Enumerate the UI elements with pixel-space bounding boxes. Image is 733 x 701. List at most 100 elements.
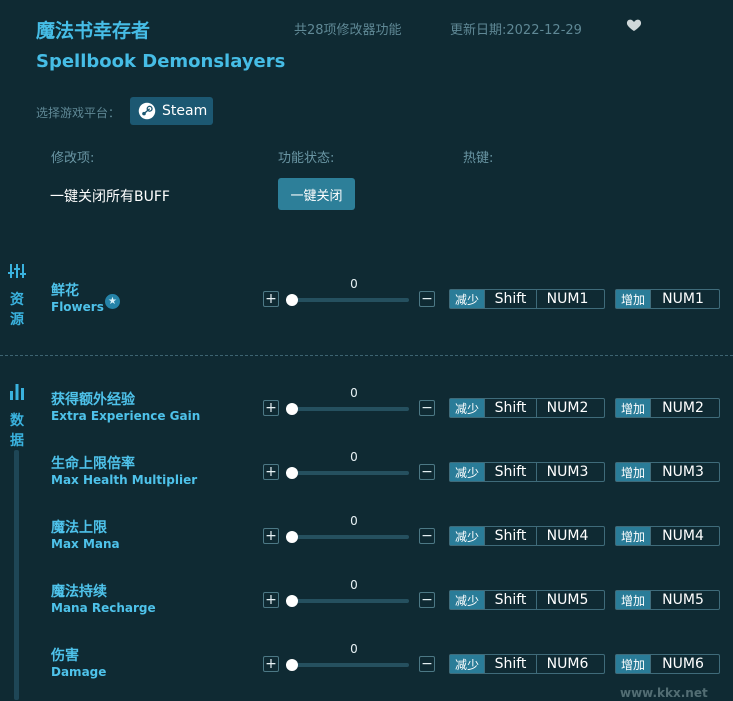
hotkey-key: NUM1 (650, 290, 715, 308)
steam-label: Steam (162, 103, 208, 119)
hotkey-modifier: Shift (484, 655, 536, 673)
hotkey-modifier: Shift (484, 463, 536, 481)
cheat-row-extra-experience: 获得额外经验 Extra Experience Gain + 0 − 减少 Sh… (0, 385, 733, 429)
value-slider-handle[interactable] (286, 294, 298, 306)
value-slider-track[interactable] (292, 535, 409, 539)
disable-all-buff-button[interactable]: 一键关闭 (278, 178, 355, 210)
hotkey-increase[interactable]: 增加 NUM6 (615, 654, 720, 674)
hotkey-decrease-tag: 减少 (450, 655, 485, 673)
hotkey-increase[interactable]: 增加 NUM4 (615, 526, 720, 546)
hotkey-key: NUM6 (650, 655, 715, 673)
value-slider-handle[interactable] (286, 659, 298, 671)
hotkey-increase-tag: 增加 (616, 527, 651, 545)
decrease-button[interactable]: − (419, 464, 435, 480)
value-display: 0 (350, 277, 358, 291)
platform-label: 选择游戏平台： (36, 106, 121, 120)
hotkey-increase[interactable]: 增加 NUM3 (615, 462, 720, 482)
hotkey-increase-tag: 增加 (616, 463, 651, 481)
hotkey-decrease[interactable]: 减少 Shift NUM4 (449, 526, 605, 546)
hotkey-decrease[interactable]: 减少 Shift NUM1 (449, 289, 605, 309)
cheat-row-damage: 伤害 Damage + 0 − 减少 Shift NUM6 增加 NUM6 (0, 641, 733, 685)
value-slider-handle[interactable] (286, 595, 298, 607)
increase-button[interactable]: + (263, 656, 279, 672)
hotkey-decrease-tag: 减少 (450, 463, 485, 481)
cheat-name-cn: 魔法上限 (51, 520, 107, 536)
cheat-name-en: Flowers (51, 300, 104, 314)
hotkey-key: NUM4 (650, 527, 715, 545)
value-display: 0 (350, 450, 358, 464)
value-display: 0 (350, 514, 358, 528)
hotkey-modifier: Shift (484, 399, 536, 417)
steam-platform-button[interactable]: Steam (130, 97, 213, 125)
cheat-row-max-mana: 魔法上限 Max Mana + 0 − 减少 Shift NUM4 增加 NUM… (0, 513, 733, 557)
decrease-button[interactable]: − (419, 592, 435, 608)
increase-button[interactable]: + (263, 400, 279, 416)
section-data-label-2: 据 (10, 433, 24, 449)
hotkey-key: NUM6 (536, 655, 598, 673)
hotkey-increase-tag: 增加 (616, 290, 651, 308)
cheat-name-cn: 生命上限倍率 (51, 456, 135, 472)
decrease-button[interactable]: − (419, 656, 435, 672)
hotkey-key: NUM2 (650, 399, 715, 417)
value-display: 0 (350, 642, 358, 656)
hotkey-decrease[interactable]: 减少 Shift NUM5 (449, 590, 605, 610)
cheat-row-max-health: 生命上限倍率 Max Health Multiplier + 0 − 减少 Sh… (0, 449, 733, 493)
cheat-name-en: Damage (51, 665, 107, 679)
watermark: www.kkx.net (620, 686, 708, 700)
increase-button[interactable]: + (263, 464, 279, 480)
game-title-cn: 魔法书幸存者 (36, 20, 151, 42)
hotkey-decrease-tag: 减少 (450, 399, 485, 417)
hotkey-key: NUM3 (650, 463, 715, 481)
hotkey-decrease[interactable]: 减少 Shift NUM6 (449, 654, 605, 674)
hotkey-modifier: Shift (484, 290, 536, 308)
column-mod: 修改项: (51, 151, 95, 166)
hotkey-decrease-tag: 减少 (450, 290, 485, 308)
increase-button[interactable]: + (263, 592, 279, 608)
hotkey-increase-tag: 增加 (616, 399, 651, 417)
decrease-button[interactable]: − (419, 528, 435, 544)
decrease-button[interactable]: − (419, 400, 435, 416)
value-slider-handle[interactable] (286, 531, 298, 543)
hotkey-decrease[interactable]: 减少 Shift NUM2 (449, 398, 605, 418)
header: 魔法书幸存者 Spellbook Demonslayers 共28项修改器功能 … (36, 14, 716, 94)
increase-button[interactable]: + (263, 291, 279, 307)
value-slider-track[interactable] (292, 298, 409, 302)
hotkey-modifier: Shift (484, 527, 536, 545)
hotkey-key: NUM5 (650, 591, 715, 609)
hotkey-decrease-tag: 减少 (450, 527, 485, 545)
value-display: 0 (350, 578, 358, 592)
cheat-row-flowers: 鲜花 Flowers ★ + 0 − 减少 Shift NUM1 增加 NUM1 (0, 276, 733, 320)
cheat-name-en: Max Health Multiplier (51, 473, 198, 487)
hotkey-key: NUM5 (536, 591, 598, 609)
increase-button[interactable]: + (263, 528, 279, 544)
value-slider-handle[interactable] (286, 467, 298, 479)
value-slider-track[interactable] (292, 471, 409, 475)
disable-all-buff-label: 一键关闭所有BUFF (50, 189, 170, 205)
value-slider-track[interactable] (292, 407, 409, 411)
hotkey-increase[interactable]: 增加 NUM1 (615, 289, 720, 309)
column-status: 功能状态: (278, 151, 335, 166)
cheat-name-en: Mana Recharge (51, 601, 156, 615)
value-slider-track[interactable] (292, 599, 409, 603)
steam-icon (138, 102, 156, 120)
hotkey-key: NUM4 (536, 527, 598, 545)
hotkey-decrease-tag: 减少 (450, 591, 485, 609)
value-display: 0 (350, 386, 358, 400)
star-icon: ★ (105, 294, 120, 309)
cheat-name-cn: 魔法持续 (51, 584, 107, 600)
hotkey-increase-tag: 增加 (616, 655, 651, 673)
heart-icon[interactable] (626, 17, 642, 33)
hotkey-modifier: Shift (484, 591, 536, 609)
hotkey-decrease[interactable]: 减少 Shift NUM3 (449, 462, 605, 482)
game-title-en: Spellbook Demonslayers (36, 51, 286, 72)
column-hotkey: 热键: (463, 151, 494, 166)
hotkey-increase-tag: 增加 (616, 591, 651, 609)
cheat-name-cn: 鲜花 (51, 283, 79, 299)
value-slider-handle[interactable] (286, 403, 298, 415)
value-slider-track[interactable] (292, 663, 409, 667)
decrease-button[interactable]: − (419, 291, 435, 307)
hotkey-increase[interactable]: 增加 NUM2 (615, 398, 720, 418)
cheat-name-en: Extra Experience Gain (51, 409, 201, 423)
cheat-name-cn: 获得额外经验 (51, 392, 135, 408)
hotkey-increase[interactable]: 增加 NUM5 (615, 590, 720, 610)
